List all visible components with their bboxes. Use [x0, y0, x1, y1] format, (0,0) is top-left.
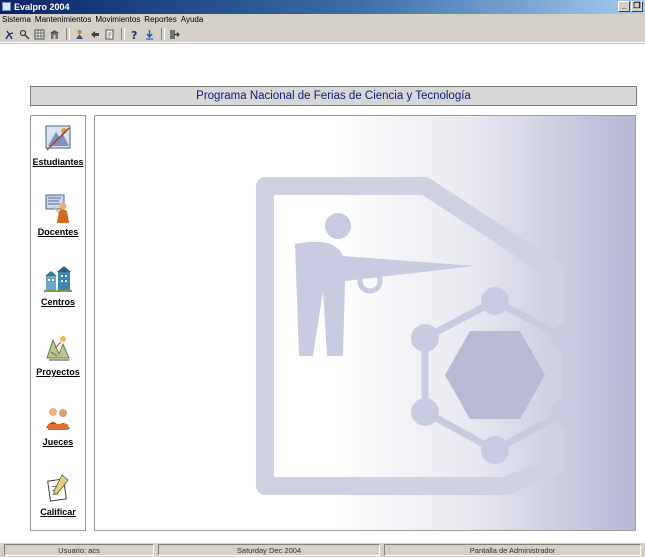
status-user: Usuario: acs — [4, 544, 154, 556]
teacher-icon — [45, 194, 69, 223]
sidebar-item-estudiantes[interactable]: Estudiantes — [31, 122, 85, 167]
sidebar-item-label: Centros — [40, 297, 75, 307]
sidebar-item-jueces[interactable]: Jueces — [31, 402, 85, 447]
toolbar-separator — [161, 28, 165, 40]
toolbar-divider — [0, 43, 645, 44]
download-icon[interactable] — [143, 28, 156, 41]
sidebar-item-proyectos[interactable]: Proyectos — [31, 332, 85, 377]
window-title: Evalpro 2004 — [14, 2, 70, 12]
exit-icon[interactable] — [168, 28, 181, 41]
sidebar-item-label: Proyectos — [36, 367, 80, 377]
grade-icon — [47, 474, 69, 502]
menu-reportes[interactable]: Reportes — [142, 14, 178, 26]
menu-movimientos[interactable]: Movimientos — [93, 14, 142, 26]
logo-watermark — [256, 177, 579, 495]
toolbar: ? — [0, 26, 645, 42]
back-icon[interactable] — [88, 28, 101, 41]
sidebar-item-centros[interactable]: Centros — [31, 262, 85, 307]
svg-text:?: ? — [131, 29, 137, 40]
minimize-button[interactable]: _ — [618, 1, 630, 12]
status-date: Saturday Dec 2004 — [158, 544, 380, 556]
toolbar-separator — [66, 28, 70, 40]
sidebar-item-calificar[interactable]: Calificar — [31, 472, 85, 517]
page-title: Programa Nacional de Ferias de Ciencia y… — [30, 86, 637, 106]
status-bar: Usuario: acs Saturday Dec 2004 Pantalla … — [0, 543, 645, 557]
grid-icon[interactable] — [33, 28, 46, 41]
maximize-button[interactable]: ❐ — [631, 1, 643, 12]
judges-icon — [46, 408, 70, 430]
sidebar-item-label: Jueces — [42, 437, 74, 447]
menu-mantenimientos[interactable]: Mantenimientos — [33, 14, 93, 26]
window-controls: _ ❐ — [618, 1, 643, 12]
schools-icon — [44, 266, 72, 292]
menu-bar: Sistema Mantenimientos Movimientos Repor… — [0, 14, 645, 26]
menu-ayuda[interactable]: Ayuda — [179, 14, 206, 26]
building-icon[interactable] — [48, 28, 61, 41]
sidebar-item-label: Estudiantes — [32, 157, 84, 167]
app-icon — [2, 2, 11, 11]
status-screen: Pantalla de Administrador — [384, 544, 641, 556]
wrench-icon[interactable] — [18, 28, 31, 41]
title-bar: Evalpro 2004 _ ❐ — [0, 0, 645, 14]
sidebar-item-docentes[interactable]: Docentes — [31, 192, 85, 237]
students-icon[interactable] — [73, 28, 86, 41]
sidebar-item-label: Calificar — [40, 507, 76, 517]
students-icon — [45, 125, 71, 151]
menu-sistema[interactable]: Sistema — [0, 14, 33, 26]
document-icon[interactable] — [103, 28, 116, 41]
help-icon[interactable]: ? — [128, 28, 141, 41]
run-icon[interactable] — [3, 28, 16, 41]
toolbar-separator — [121, 28, 125, 40]
sidebar-item-label: Docentes — [37, 227, 79, 237]
main-panel — [94, 115, 636, 531]
sidebar: Estudiantes Docentes Centros Proyectos J… — [30, 115, 86, 531]
projects-icon — [46, 336, 70, 361]
